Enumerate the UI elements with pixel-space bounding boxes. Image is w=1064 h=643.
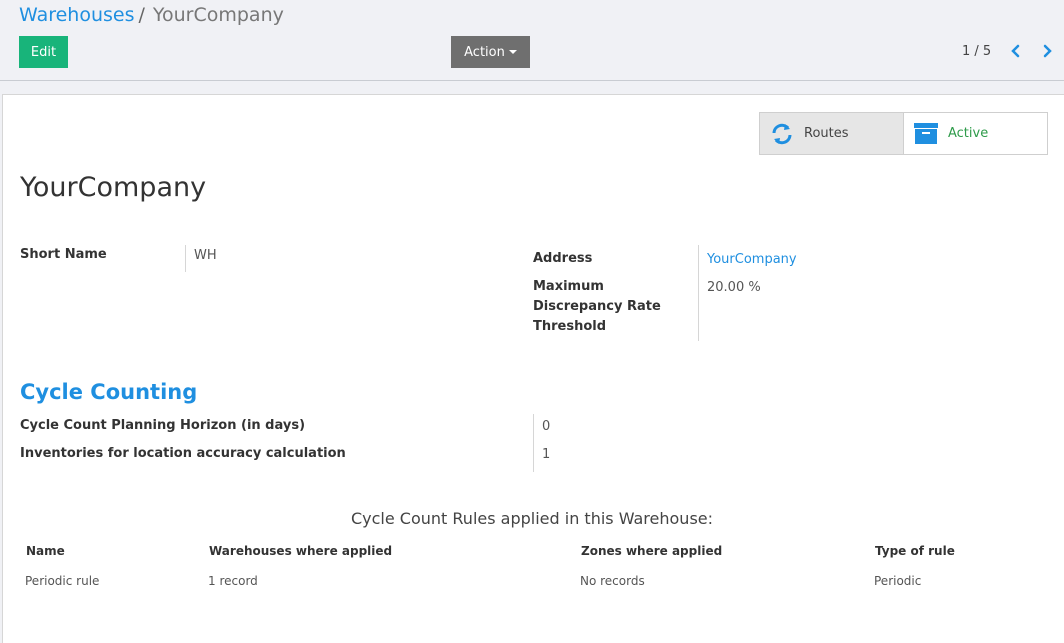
cycle-counting-heading: Cycle Counting (20, 380, 198, 404)
field-divider (185, 245, 186, 272)
column-header-warehouses[interactable]: Warehouses where applied (209, 544, 392, 558)
planning-horizon-value: 0 (542, 419, 551, 434)
address-label: Address (533, 251, 593, 266)
inventories-accuracy-value: 1 (542, 447, 551, 462)
pager-value: 1 / 5 (962, 44, 992, 59)
active-toggle-button[interactable]: Active (903, 112, 1048, 155)
column-header-type[interactable]: Type of rule (875, 544, 955, 558)
rule-type-cell: Periodic (874, 574, 922, 588)
previous-record-icon[interactable] (1007, 42, 1025, 60)
address-link[interactable]: YourCompany (707, 250, 797, 270)
discrepancy-label-line2: Discrepancy Rate (533, 299, 661, 314)
column-header-zones[interactable]: Zones where applied (581, 544, 722, 558)
action-label: Action (464, 44, 505, 60)
discrepancy-value: 20.00 % (707, 280, 761, 295)
planning-horizon-label: Cycle Count Planning Horizon (in days) (20, 418, 306, 433)
discrepancy-label-line3: Threshold (533, 319, 607, 334)
breadcrumb-separator: / (138, 4, 145, 26)
next-record-icon[interactable] (1038, 42, 1056, 60)
routes-label: Routes (804, 126, 849, 141)
rule-warehouses-cell: 1 record (208, 574, 258, 588)
archive-icon (913, 121, 939, 147)
rule-zones-cell: No records (580, 574, 645, 588)
caret-down-icon (508, 50, 517, 54)
field-divider (533, 414, 534, 472)
short-name-label: Short Name (20, 247, 107, 262)
field-divider (698, 245, 699, 341)
short-name-value: WH (194, 248, 217, 263)
rule-name-cell: Periodic rule (25, 574, 100, 588)
record-title: YourCompany (20, 172, 207, 203)
breadcrumb-current: YourCompany (152, 4, 284, 26)
column-header-name[interactable]: Name (26, 544, 65, 558)
inventories-accuracy-label: Inventories for location accuracy calcul… (20, 446, 346, 461)
breadcrumb: Warehouses / YourCompany (19, 4, 284, 26)
breadcrumb-warehouses-link[interactable]: Warehouses (19, 4, 135, 26)
edit-button[interactable]: Edit (19, 36, 68, 68)
refresh-icon (769, 121, 795, 147)
active-label: Active (948, 126, 989, 141)
discrepancy-label-line1: Maximum (533, 279, 604, 294)
rules-table-title: Cycle Count Rules applied in this Wareho… (350, 509, 714, 528)
action-dropdown-button[interactable]: Action (451, 36, 530, 68)
routes-stat-button[interactable]: Routes (759, 112, 904, 155)
control-panel: Warehouses / YourCompany Edit Action 1 / 5 (0, 0, 1064, 81)
